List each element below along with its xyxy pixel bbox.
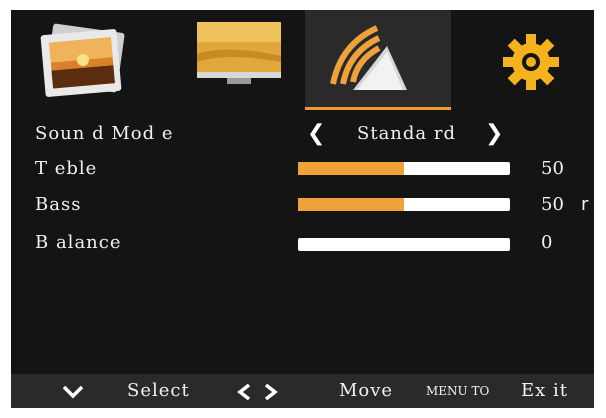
speaker-waves-icon [330,25,407,90]
chevron-left-icon [237,383,251,401]
bass-slider-fill [298,198,404,211]
active-tab-indicator [305,107,451,110]
tab-picture[interactable] [27,10,137,110]
chevron-left-icon[interactable]: ❮ [307,121,325,147]
tab-setup[interactable] [481,10,581,110]
bass-slider[interactable] [298,198,510,211]
chevron-right-icon [264,383,278,401]
exit-hint: Ex it [521,380,569,401]
bass-row[interactable]: Bass 50 r [35,192,594,218]
menu-to-hint: MENU TO [426,384,490,398]
sound-mode-value: Standa rd [357,123,456,144]
balance-value: 0 [541,232,553,253]
hint-bar: Select Move MENU TO Ex it [11,374,594,408]
monitor-image-icon [197,22,281,84]
chevron-down-icon [62,385,84,399]
tab-bar [11,10,594,110]
balance-slider[interactable] [298,238,510,251]
move-hint: Move [339,380,394,401]
tab-screen[interactable] [187,10,297,110]
bass-label: Bass [35,194,82,215]
gear-icon [503,34,559,90]
balance-label: B alance [35,232,122,253]
balance-row[interactable]: B alance 0 [35,230,594,256]
tab-sound[interactable] [305,10,451,110]
treble-slider-fill [298,162,404,175]
osd-menu: Soun d Mod e ❮ Standa rd ❯ T eble 50 Bas… [11,10,594,408]
treble-row[interactable]: T eble 50 [35,156,594,182]
select-hint: Select [127,380,190,401]
bass-suffix: r [581,194,589,215]
bass-value: 50 [541,194,564,215]
photo-stack-icon [40,23,125,97]
treble-slider[interactable] [298,162,510,175]
treble-value: 50 [541,158,564,179]
chevron-right-icon[interactable]: ❯ [485,121,503,147]
treble-label: T eble [35,158,98,179]
sound-mode-label: Soun d Mod e [35,123,174,144]
sound-mode-row[interactable]: Soun d Mod e ❮ Standa rd ❯ [35,121,575,147]
